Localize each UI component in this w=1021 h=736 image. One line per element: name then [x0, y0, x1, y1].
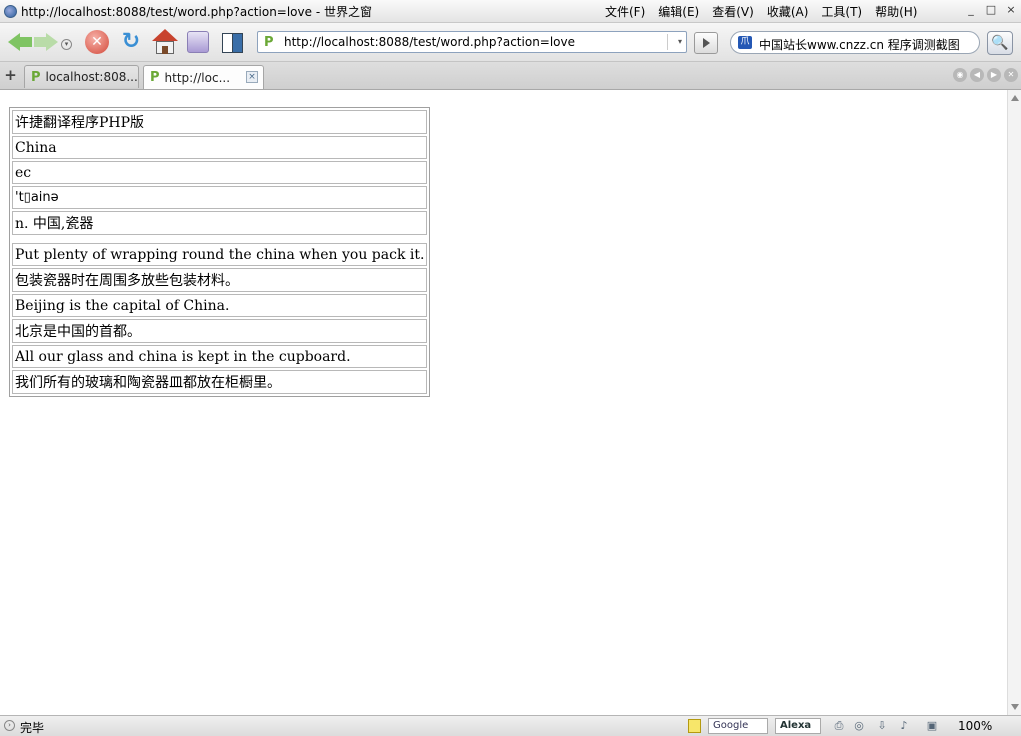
- zoom-level[interactable]: 100%: [958, 719, 992, 733]
- table-row: n. 中国,瓷器: [12, 211, 428, 235]
- scroll-down-icon[interactable]: [1011, 704, 1019, 710]
- search-engine-icon[interactable]: 爪: [738, 36, 752, 49]
- proxy-icon[interactable]: ▣: [925, 719, 939, 733]
- status-bar: › 完毕 Google Alexa ⎙ ◎ ⇩ ♪ ▣ 100%: [0, 715, 1021, 736]
- example-zh: 北京是中国的首都。: [12, 319, 428, 343]
- table-row: China: [12, 136, 428, 159]
- table-row: 我们所有的玻璃和陶瓷器皿都放在柜橱里。: [12, 370, 428, 394]
- go-button[interactable]: [694, 32, 718, 54]
- definition: n. 中国,瓷器: [12, 211, 428, 235]
- menu-bar: 文件(F) 编辑(E) 查看(V) 收藏(A) 工具(T) 帮助(H): [605, 0, 930, 22]
- word-text: China: [12, 136, 428, 159]
- status-text: 完毕: [20, 721, 45, 735]
- site-favicon-icon: P: [264, 35, 274, 50]
- table-row: 北京是中国的首都。: [12, 319, 428, 343]
- vertical-scrollbar[interactable]: [1007, 90, 1021, 715]
- close-window-button[interactable]: ×: [1005, 3, 1017, 17]
- tab-prev-icon[interactable]: ◀: [970, 68, 984, 82]
- app-title: 许捷翻译程序PHP版: [12, 110, 428, 134]
- window-title: http://localhost:8088/test/word.php?acti…: [21, 4, 372, 19]
- menu-edit[interactable]: 编辑(E): [658, 3, 699, 20]
- tab-active-word[interactable]: P http://loc... ×: [143, 65, 264, 89]
- example-en: Beijing is the capital of China.: [12, 294, 428, 317]
- tab-favicon-icon: P: [31, 69, 41, 85]
- example-en: All our glass and china is kept in the c…: [12, 345, 428, 368]
- refresh-button[interactable]: ↻: [119, 30, 143, 54]
- close-tab-icon[interactable]: ×: [246, 71, 258, 83]
- example-zh: 我们所有的玻璃和陶瓷器皿都放在柜橱里。: [12, 370, 428, 394]
- tab-favicon-icon: P: [150, 70, 160, 85]
- table-row: 许捷翻译程序PHP版: [12, 110, 428, 134]
- address-dropdown-button[interactable]: ▾: [667, 34, 682, 50]
- tab-close-all-icon[interactable]: ✕: [1004, 68, 1018, 82]
- table-row: All our glass and china is kept in the c…: [12, 345, 428, 368]
- page-content: 许捷翻译程序PHP版 China ec 't▯ainə n. 中国,瓷器 Put…: [0, 90, 1007, 715]
- menu-file[interactable]: 文件(F): [605, 3, 645, 20]
- print-icon[interactable]: ⎙: [832, 719, 846, 733]
- translation-table: 许捷翻译程序PHP版 China ec 't▯ainə n. 中国,瓷器 Put…: [9, 107, 431, 397]
- clear-cache-button[interactable]: [187, 31, 209, 53]
- status-icon: ›: [4, 720, 15, 731]
- new-tab-button[interactable]: +: [2, 66, 19, 85]
- example-en: Put plenty of wrapping round the china w…: [12, 243, 428, 266]
- compass-icon[interactable]: ◎: [852, 719, 866, 733]
- tab-navigation: ◉ ◀ ▶ ✕: [953, 68, 1018, 82]
- history-dropdown-button[interactable]: ▾: [61, 39, 72, 50]
- window-controls: _ □ ×: [965, 3, 1017, 17]
- menu-tools[interactable]: 工具(T): [821, 3, 862, 20]
- notes-icon[interactable]: [688, 719, 701, 733]
- menu-favorites[interactable]: 收藏(A): [767, 3, 809, 20]
- menu-view[interactable]: 查看(V): [712, 3, 754, 20]
- table-row: Put plenty of wrapping round the china w…: [12, 243, 428, 266]
- favorites-book-button[interactable]: [220, 30, 244, 54]
- menu-help[interactable]: 帮助(H): [875, 3, 917, 20]
- minimize-button[interactable]: _: [965, 3, 977, 17]
- example-zh: 包装瓷器时在周围多放些包装材料。: [12, 268, 428, 292]
- table-row: Beijing is the capital of China.: [12, 294, 428, 317]
- home-icon: [152, 29, 178, 41]
- navigation-toolbar: ▾ ✕ ↻ P http://localhost:8088/test/word.…: [0, 23, 1021, 62]
- back-button[interactable]: [8, 29, 32, 55]
- tab-localhost[interactable]: P localhost:808...: [24, 65, 139, 88]
- search-button[interactable]: 🔍: [987, 31, 1013, 55]
- forward-button[interactable]: [34, 29, 58, 55]
- phonetic: 't▯ainə: [12, 186, 428, 209]
- table-row: 't▯ainə: [12, 186, 428, 209]
- volume-icon[interactable]: ♪: [897, 719, 911, 733]
- search-engine-label: 中国站长www.cnzz.cn 程序调测截图: [759, 38, 960, 52]
- maximize-button[interactable]: □: [985, 3, 997, 17]
- alexa-button[interactable]: Alexa: [775, 718, 821, 734]
- download-icon[interactable]: ⇩: [875, 719, 889, 733]
- tab-list-icon[interactable]: ◉: [953, 68, 967, 82]
- table-row: ec: [12, 161, 428, 184]
- stop-button[interactable]: ✕: [85, 30, 109, 54]
- tab-label: localhost:808...: [45, 70, 138, 84]
- scroll-up-icon[interactable]: [1011, 95, 1019, 101]
- browser-globe-icon: [4, 4, 17, 18]
- tab-bar: + P localhost:808... P http://loc... × ◉…: [0, 62, 1021, 90]
- home-button[interactable]: [152, 29, 178, 55]
- language-code: ec: [12, 161, 428, 184]
- google-toolbar-button[interactable]: Google: [708, 718, 768, 734]
- table-row: 包装瓷器时在周围多放些包装材料。: [12, 268, 428, 292]
- tab-next-icon[interactable]: ▶: [987, 68, 1001, 82]
- address-bar[interactable]: P http://localhost:8088/test/word.php?ac…: [257, 31, 687, 53]
- address-url[interactable]: http://localhost:8088/test/word.php?acti…: [284, 35, 575, 49]
- tab-label: http://loc...: [164, 70, 231, 85]
- search-field[interactable]: 爪 中国站长www.cnzz.cn 程序调测截图: [730, 31, 980, 54]
